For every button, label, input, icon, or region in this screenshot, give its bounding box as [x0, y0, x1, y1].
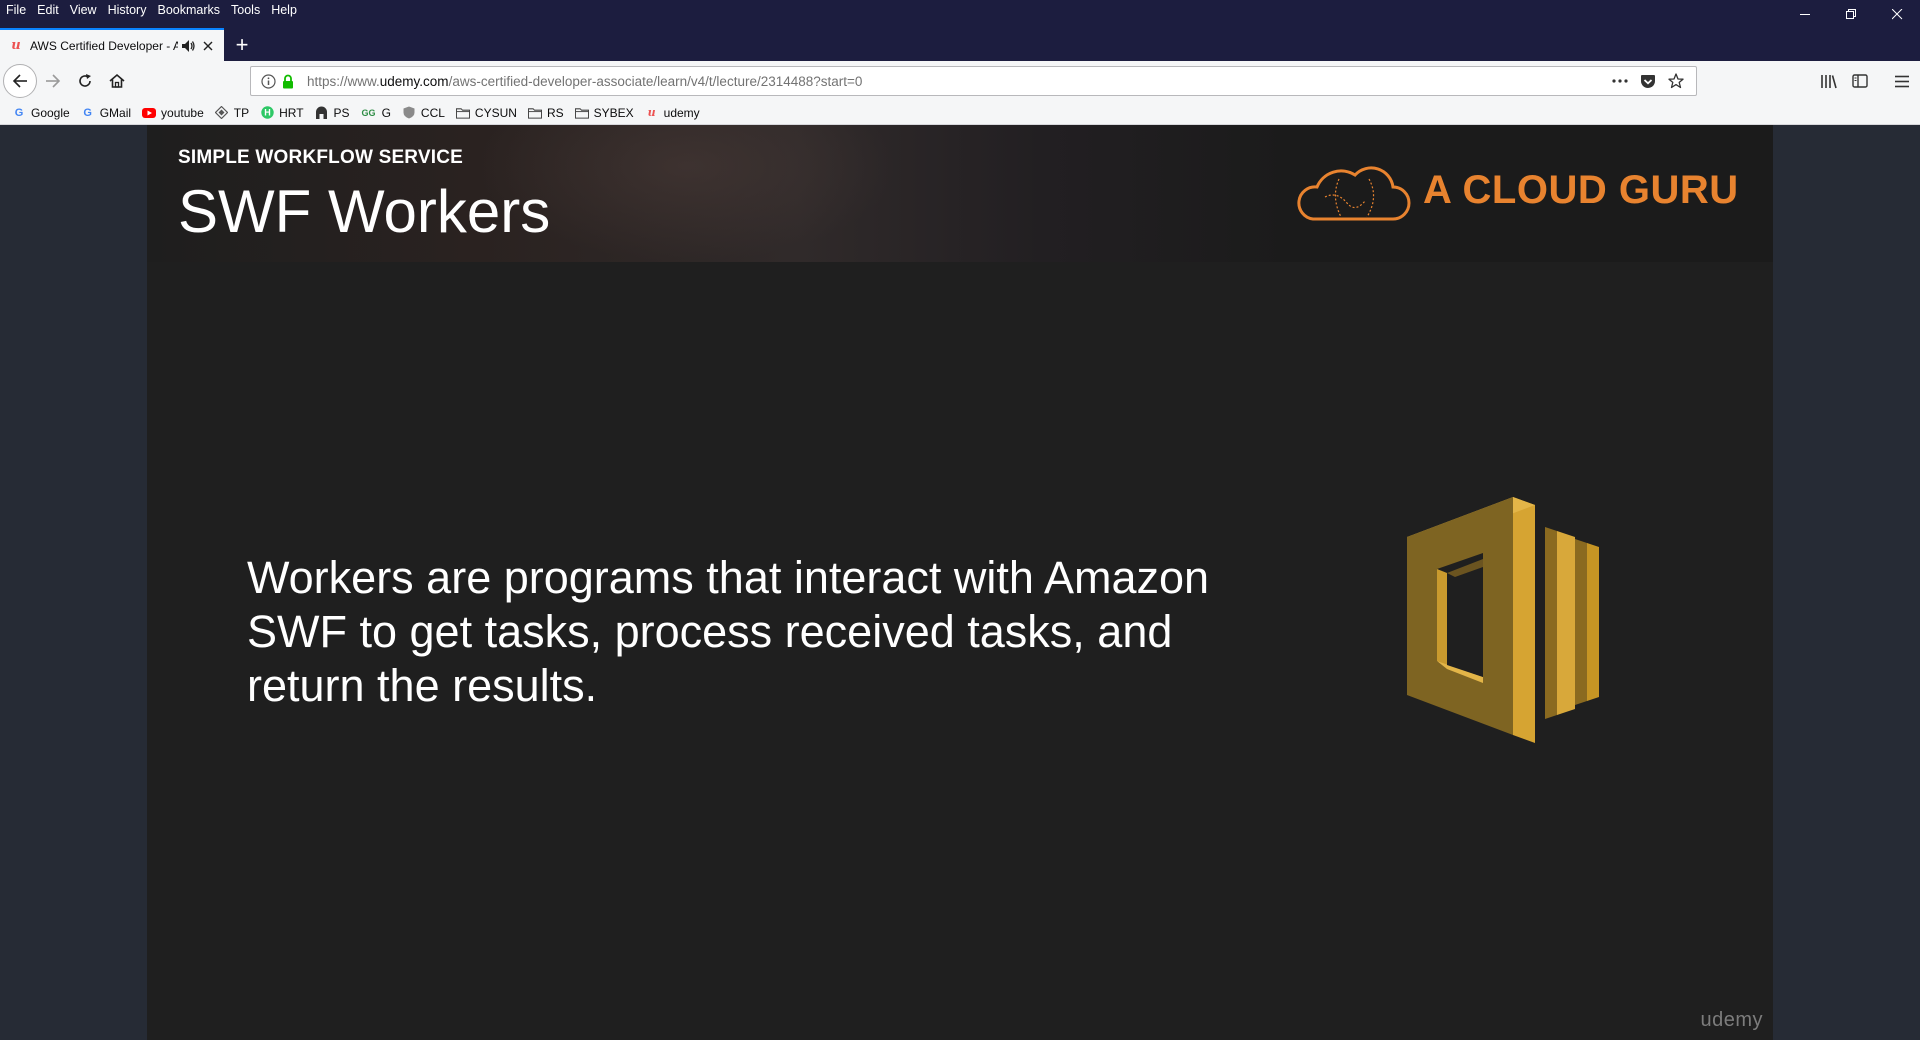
- url-text[interactable]: https://www.udemy.com/aws-certified-deve…: [307, 74, 862, 89]
- library-icon[interactable]: [1812, 65, 1844, 97]
- bookmark-google[interactable]: G Google: [12, 102, 70, 124]
- minimize-button[interactable]: [1782, 0, 1828, 28]
- bookmark-youtube[interactable]: youtube: [142, 102, 204, 124]
- bookmark-udemy[interactable]: u udemy: [645, 102, 700, 124]
- udemy-watermark: udemy: [1700, 1009, 1763, 1031]
- info-icon[interactable]: [257, 70, 279, 92]
- bookmark-ccl[interactable]: CCL: [402, 102, 445, 124]
- toolbar-right: [1812, 61, 1920, 101]
- bookmark-folder-cysun[interactable]: CYSUN: [455, 102, 517, 124]
- menu-bookmarks[interactable]: Bookmarks: [151, 0, 225, 20]
- page-content: SIMPLE WORKFLOW SERVICE SWF Workers A CL…: [0, 125, 1920, 1040]
- arrow-right-icon: [46, 74, 61, 88]
- building-icon: [315, 106, 329, 120]
- bookmark-label: youtube: [161, 105, 204, 120]
- bookmark-label: TP: [233, 105, 250, 120]
- geeks-icon: GG: [361, 107, 376, 118]
- bookmark-folder-rs[interactable]: RS: [527, 102, 564, 124]
- bookmark-hrt[interactable]: H HRT: [260, 102, 304, 124]
- bookmark-label: HRT: [279, 105, 304, 120]
- bookmark-label: PS: [333, 105, 350, 120]
- page-actions-icon[interactable]: [1606, 67, 1634, 95]
- youtube-icon: [142, 106, 157, 120]
- slide-title: SWF Workers: [178, 178, 551, 245]
- brand-name: A CLOUD GURU: [1423, 167, 1739, 212]
- bookmark-label: Google: [31, 105, 70, 120]
- address-bar[interactable]: https://www.udemy.com/aws-certified-deve…: [250, 66, 1697, 96]
- reload-button[interactable]: [69, 65, 101, 97]
- back-button[interactable]: [3, 64, 37, 98]
- tab-udemy[interactable]: u AWS Certified Developer - A: [0, 28, 224, 61]
- svg-text:H: H: [264, 108, 271, 118]
- url-actions: [1606, 67, 1690, 95]
- navigation-toolbar: https://www.udemy.com/aws-certified-deve…: [0, 61, 1920, 101]
- home-button[interactable]: [101, 65, 133, 97]
- home-icon: [109, 73, 125, 88]
- close-window-button[interactable]: [1874, 0, 1920, 28]
- hackerrank-icon: H: [260, 106, 274, 120]
- video-player[interactable]: SIMPLE WORKFLOW SERVICE SWF Workers A CL…: [147, 125, 1773, 1040]
- brand-logo: A CLOUD GURU: [1295, 157, 1739, 223]
- pocket-icon[interactable]: [1634, 67, 1662, 95]
- udemy-icon: u: [647, 106, 656, 119]
- google-icon: G: [83, 106, 92, 119]
- swf-service-icon: [1407, 497, 1599, 743]
- bookmark-label: G: [381, 105, 391, 120]
- tab-strip: u AWS Certified Developer - A +: [0, 28, 260, 61]
- menu-bar: File Edit View History Bookmarks Tools H…: [0, 0, 302, 20]
- slide-kicker: SIMPLE WORKFLOW SERVICE: [178, 147, 464, 168]
- shield-icon: [402, 106, 416, 120]
- folder-icon: [455, 106, 470, 120]
- menu-history[interactable]: History: [102, 0, 152, 20]
- cloud-icon: [1297, 166, 1411, 221]
- bookmark-tp[interactable]: TP: [215, 102, 249, 124]
- bookmark-label: GMail: [99, 105, 132, 120]
- bookmark-label: SYBEX: [593, 105, 634, 120]
- menu-help[interactable]: Help: [265, 0, 302, 20]
- bookmark-folder-sybex[interactable]: SYBEX: [574, 102, 634, 124]
- url-prefix: https://www.: [307, 73, 380, 89]
- menu-view[interactable]: View: [64, 0, 102, 20]
- bookmark-star-icon[interactable]: [1662, 67, 1690, 95]
- bookmark-ps[interactable]: PS: [315, 102, 350, 124]
- close-icon: [1891, 8, 1902, 19]
- bookmark-label: CYSUN: [474, 105, 517, 120]
- folder-icon: [574, 106, 589, 120]
- menu-file[interactable]: File: [0, 0, 31, 20]
- udemy-icon: u: [11, 38, 21, 53]
- window-controls: [1782, 0, 1920, 28]
- minimize-icon: [1799, 13, 1810, 15]
- url-path: /aws-certified-developer-associate/learn…: [448, 73, 863, 89]
- diamond-icon: [215, 106, 229, 120]
- bookmark-label: udemy: [663, 105, 700, 120]
- folder-icon: [527, 106, 542, 120]
- tab-close-icon[interactable]: [200, 38, 216, 54]
- restore-icon: [1845, 8, 1856, 19]
- forward-button[interactable]: [37, 65, 69, 97]
- window-titlebar: File Edit View History Bookmarks Tools H…: [0, 0, 1920, 61]
- bookmark-g[interactable]: GG G: [361, 102, 391, 124]
- lock-icon[interactable]: [279, 70, 297, 92]
- new-tab-button[interactable]: +: [224, 28, 260, 61]
- restore-button[interactable]: [1828, 0, 1874, 28]
- sidebar-icon[interactable]: [1844, 65, 1876, 97]
- arrow-left-icon: [12, 74, 27, 88]
- slide-body-text: Workers are programs that interact with …: [247, 552, 1210, 711]
- google-icon: G: [14, 106, 24, 119]
- bookmark-label: RS: [546, 105, 564, 120]
- bookmarks-toolbar: G Google G GMail youtube TP H HRT PS GG …: [0, 101, 1920, 125]
- reload-icon: [79, 74, 91, 87]
- menu-edit[interactable]: Edit: [31, 0, 64, 20]
- menu-tools[interactable]: Tools: [225, 0, 265, 20]
- speaker-icon[interactable]: [181, 38, 197, 54]
- bookmark-label: CCL: [420, 105, 445, 120]
- tab-title: AWS Certified Developer - A: [30, 38, 178, 53]
- url-domain: udemy.com: [379, 73, 449, 89]
- bookmark-gmail[interactable]: G GMail: [81, 102, 131, 124]
- hamburger-menu-icon[interactable]: [1886, 65, 1918, 97]
